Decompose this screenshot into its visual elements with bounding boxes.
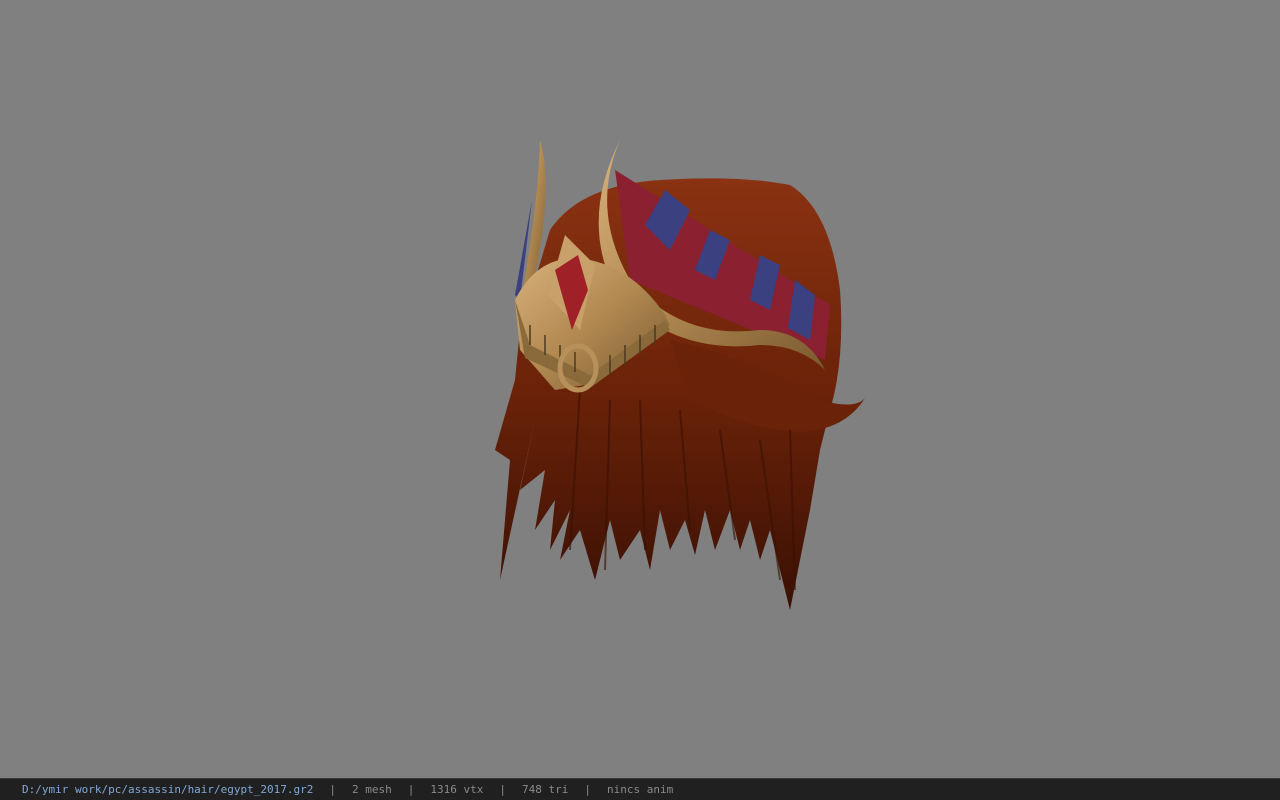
triangle-count: 748 tri	[522, 783, 569, 796]
separator: |	[407, 783, 415, 796]
file-path: D:/ymir work/pc/assassin/hair/egypt_2017…	[22, 783, 314, 796]
separator: |	[329, 783, 337, 796]
separator: |	[584, 783, 591, 796]
vertex-count: 1316 vtx	[430, 783, 484, 796]
separator: |	[499, 783, 507, 796]
status-bar: D:/ymir work/pc/assassin/hair/egypt_2017…	[0, 778, 1280, 800]
hair-model-render	[495, 140, 865, 611]
animation-status: nincs anim	[607, 783, 674, 796]
3d-viewport[interactable]	[0, 0, 1280, 778]
mesh-count: 2 mesh	[352, 783, 392, 796]
